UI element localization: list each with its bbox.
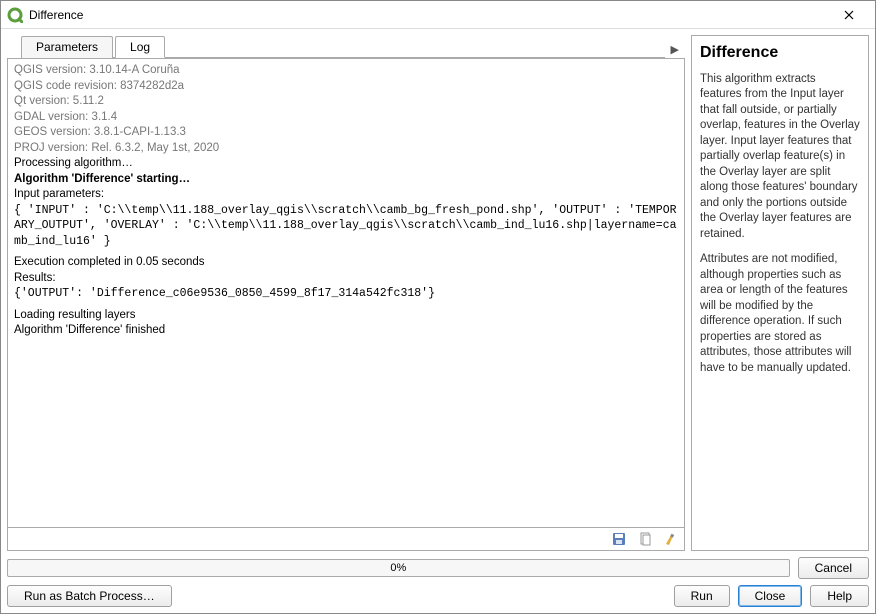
log-qgis-version: QGIS version: 3.10.14-A Coruña: [14, 63, 678, 79]
main-row: Parameters Log ▶ QGIS version: 3.10.14-A…: [7, 35, 869, 551]
progress-row: 0% Cancel: [7, 557, 869, 579]
tab-log[interactable]: Log: [115, 36, 165, 58]
close-button[interactable]: Close: [738, 585, 803, 607]
log-output[interactable]: QGIS version: 3.10.14-A Coruña QGIS code…: [7, 58, 685, 528]
progress-text: 0%: [390, 562, 406, 574]
bottom-button-row: Run as Batch Process… Run Close Help: [7, 585, 869, 607]
log-qt-version: Qt version: 5.11.2: [14, 94, 678, 110]
left-panel: Parameters Log ▶ QGIS version: 3.10.14-A…: [7, 35, 685, 551]
cancel-button[interactable]: Cancel: [798, 557, 869, 579]
log-starting: Algorithm 'Difference' starting…: [14, 172, 678, 188]
log-proj-version: PROJ version: Rel. 6.3.2, May 1st, 2020: [14, 141, 678, 157]
log-loading: Loading resulting layers: [14, 308, 678, 324]
log-results-label: Results:: [14, 271, 678, 287]
progress-bar: 0%: [7, 559, 790, 577]
tabs-scroll-right-icon[interactable]: ▶: [665, 43, 685, 58]
help-title: Difference: [700, 42, 860, 64]
help-paragraph-1: This algorithm extracts features from th…: [700, 72, 860, 243]
help-panel: Difference This algorithm extracts featu…: [691, 35, 869, 551]
help-button[interactable]: Help: [810, 585, 869, 607]
log-toolbar: [7, 528, 685, 551]
copy-log-icon[interactable]: [636, 530, 654, 548]
log-finished: Algorithm 'Difference' finished: [14, 323, 678, 339]
tabs-row: Parameters Log ▶: [7, 35, 685, 58]
log-processing: Processing algorithm…: [14, 156, 678, 172]
run-batch-button[interactable]: Run as Batch Process…: [7, 585, 172, 607]
titlebar: Difference: [1, 1, 875, 29]
run-button[interactable]: Run: [674, 585, 730, 607]
window-title: Difference: [29, 8, 829, 22]
log-input-params: { 'INPUT' : 'C:\\temp\\11.188_overlay_qg…: [14, 203, 678, 250]
save-log-icon[interactable]: [610, 530, 628, 548]
log-qgis-revision: QGIS code revision: 8374282d2a: [14, 79, 678, 95]
dialog-body: Parameters Log ▶ QGIS version: 3.10.14-A…: [1, 29, 875, 613]
dialog-window: Difference Parameters Log ▶ QGIS version…: [0, 0, 876, 614]
help-paragraph-2: Attributes are not modified, although pr…: [700, 252, 860, 376]
clear-log-icon[interactable]: [662, 530, 680, 548]
log-results-line: {'OUTPUT': 'Difference_c06e9536_0850_459…: [14, 286, 678, 302]
app-icon: [7, 7, 23, 23]
close-window-button[interactable]: [829, 1, 869, 29]
log-exec-done: Execution completed in 0.05 seconds: [14, 255, 678, 271]
tabs: Parameters Log: [21, 35, 665, 58]
log-input-label: Input parameters:: [14, 187, 678, 203]
log-geos-version: GEOS version: 3.8.1-CAPI-1.13.3: [14, 125, 678, 141]
tab-parameters[interactable]: Parameters: [21, 36, 113, 58]
log-gdal-version: GDAL version: 3.1.4: [14, 110, 678, 126]
